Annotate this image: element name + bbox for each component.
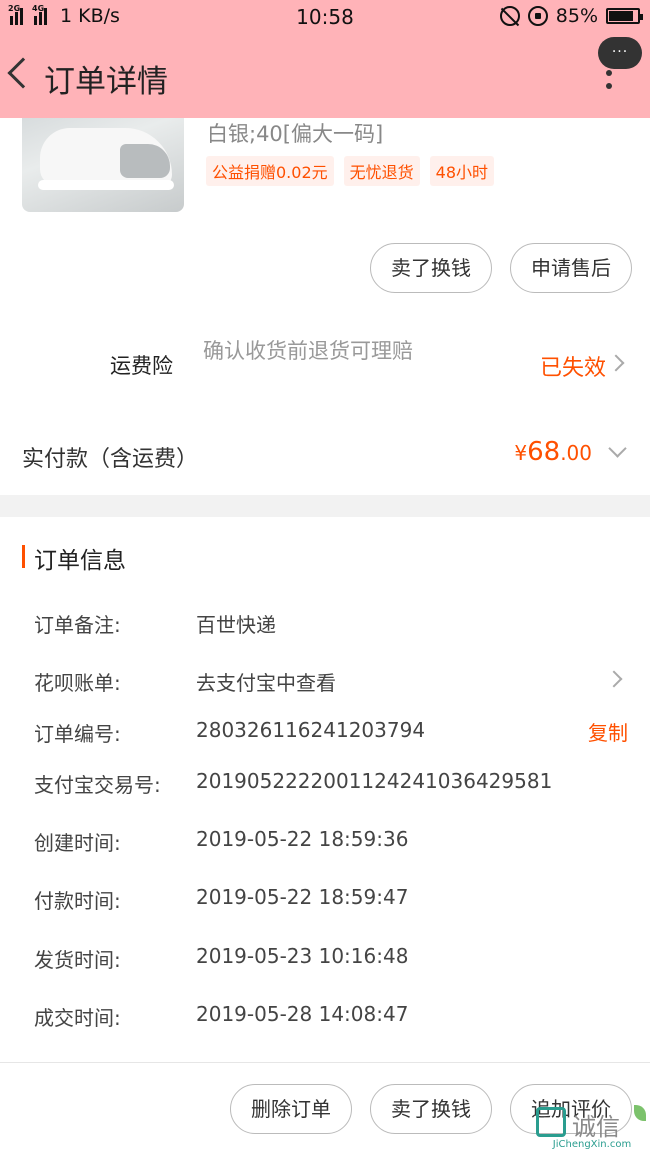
order-number-label: 订单编号:	[34, 722, 121, 746]
nav-bar: 订单详情 ···	[0, 37, 650, 112]
copy-order-number-button[interactable]: 复制	[588, 717, 628, 746]
alipay-trade-no-value: 2019052222001124241036429581	[196, 769, 553, 793]
insurance-label: 运费险	[110, 354, 173, 378]
bottom-bar-divider	[0, 1062, 650, 1063]
logo-box-icon	[536, 1107, 566, 1137]
alipay-trade-no-label: 支付宝交易号:	[34, 773, 161, 797]
huabei-bill-value: 去支付宝中查看	[196, 671, 336, 695]
order-note-label: 订单备注:	[34, 613, 121, 637]
chevron-right-icon	[607, 354, 625, 372]
shoe-heel-shape	[120, 144, 170, 178]
payment-label: 实付款（含运费）	[22, 447, 199, 472]
chevron-down-icon	[608, 439, 627, 458]
top-header: 2G 4G 1 KB/s 10:58 85% 订单详情 ···	[0, 0, 650, 118]
shipped-time-value: 2019-05-23 10:16:48	[196, 944, 409, 968]
rotation-lock-icon	[527, 6, 548, 26]
product-tags: 公益捐赠0.02元 无忧退货 48小时	[206, 156, 495, 186]
product-actions: 卖了换钱 申请售后	[370, 243, 632, 293]
status-right: 85%	[499, 5, 643, 27]
amount-decimal: .00	[560, 441, 592, 465]
back-arrow-icon[interactable]	[7, 57, 39, 89]
order-detail-page: 白银;40[偏大一码] 公益捐赠0.02元 无忧退货 48小时 卖了换钱 申请售…	[0, 0, 650, 1155]
page-title: 订单详情	[44, 64, 168, 100]
tag-free-return: 无忧退货	[343, 156, 420, 186]
delete-order-button[interactable]: 删除订单	[230, 1084, 352, 1134]
completed-time-label: 成交时间:	[34, 1006, 121, 1030]
order-number-value: 280326116241203794	[196, 718, 426, 742]
battery-icon	[606, 8, 643, 24]
more-bubble[interactable]: ···	[598, 37, 642, 69]
product-spec: 白银;40[偏大一码]	[207, 122, 384, 146]
created-time-value: 2019-05-22 18:59:36	[196, 827, 409, 851]
paid-time-label: 付款时间:	[34, 889, 121, 913]
watermark-domain: JiChengXin.com	[552, 1139, 632, 1150]
paid-time-value: 2019-05-22 18:59:47	[196, 885, 409, 909]
watermark-text: 诚信	[572, 1113, 620, 1141]
battery-percent: 85%	[555, 5, 598, 27]
amount-integer: 68	[527, 437, 561, 467]
tag-charity: 公益捐赠0.02元	[206, 156, 334, 186]
leaf-icon	[634, 1105, 646, 1121]
created-time-label: 创建时间:	[34, 831, 121, 855]
completed-time-value: 2019-05-28 14:08:47	[196, 1002, 409, 1026]
order-info-title: 订单信息	[34, 548, 126, 574]
shoe-sole-shape	[38, 180, 174, 190]
chevron-right-icon	[605, 670, 623, 688]
order-note-value: 百世快递	[196, 613, 276, 637]
insurance-status: 已失效	[539, 356, 606, 381]
shipped-time-label: 发货时间:	[34, 948, 121, 972]
mute-icon	[499, 6, 520, 26]
section-divider	[0, 495, 650, 517]
more-vertical-icon[interactable]	[606, 70, 612, 96]
sell-for-cash-button[interactable]: 卖了换钱	[370, 243, 492, 293]
tag-48h: 48小时	[429, 156, 495, 186]
payment-amount: ¥68.00	[514, 437, 592, 467]
after-sales-button[interactable]: 申请售后	[510, 243, 632, 293]
huabei-bill-label: 花呗账单:	[34, 671, 121, 695]
site-watermark: 诚信 JiChengXin.com	[536, 1105, 648, 1153]
sell-for-cash-bottom-button[interactable]: 卖了换钱	[370, 1084, 492, 1134]
section-accent-bar	[22, 545, 25, 568]
insurance-desc: 确认收货前退货可理赔	[203, 339, 413, 363]
status-bar: 2G 4G 1 KB/s 10:58 85%	[0, 0, 650, 34]
currency-symbol: ¥	[514, 441, 528, 465]
